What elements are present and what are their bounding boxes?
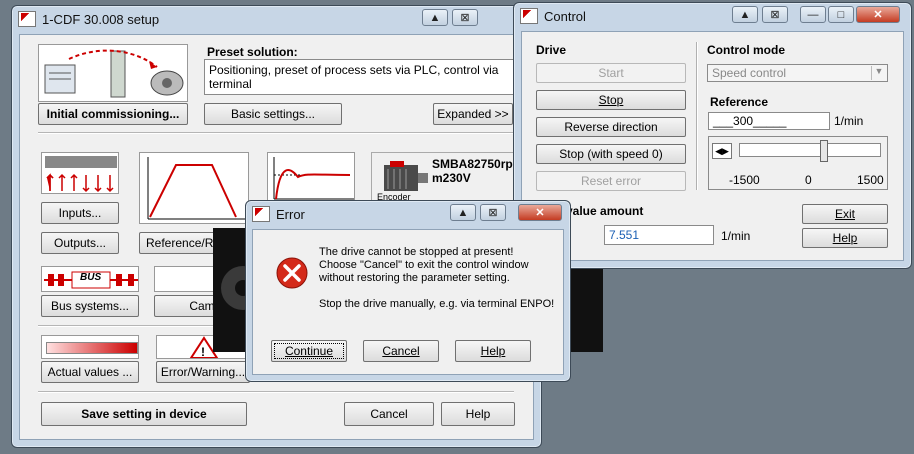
bus-systems-button[interactable]: Bus systems... bbox=[41, 295, 139, 317]
slider-mid-label: 0 bbox=[805, 173, 812, 187]
control-window: Control ▲ ⊠ — □ ✕ Drive Start Stop Rever… bbox=[513, 2, 912, 269]
error-line-2: Choose "Cancel" to exit the control wind… bbox=[319, 259, 529, 271]
error-help-button[interactable]: Help bbox=[455, 340, 531, 362]
error-collapse-button[interactable]: ▲ bbox=[450, 204, 476, 221]
basic-settings-button[interactable]: Basic settings... bbox=[204, 103, 342, 125]
slider-toggle-icon[interactable]: ◀▶ bbox=[712, 143, 732, 159]
bus-graphic: BUS bbox=[41, 266, 139, 292]
control-help-button[interactable]: Help bbox=[802, 228, 888, 248]
slider-track[interactable] bbox=[739, 143, 881, 157]
control-client: Drive Start Stop Reverse direction Stop … bbox=[521, 31, 904, 261]
divider-top bbox=[38, 132, 514, 134]
slider-thumb[interactable] bbox=[820, 140, 828, 162]
error-cancel-button[interactable]: Cancel bbox=[363, 340, 439, 362]
ramp-graphic bbox=[139, 152, 249, 224]
actual-values-graphic bbox=[41, 335, 139, 359]
collapse-button[interactable]: ▲ bbox=[422, 9, 448, 26]
minimize-button[interactable]: — bbox=[800, 6, 826, 23]
maximize-button[interactable]: □ bbox=[828, 6, 854, 23]
slider-max-label: 1500 bbox=[857, 173, 884, 187]
svg-text:!: ! bbox=[201, 345, 205, 359]
control-divider bbox=[696, 42, 698, 190]
control-app-icon bbox=[520, 8, 538, 24]
error-dialog: Error ▲ ⊠ ✕ The drive cannot be stopped … bbox=[245, 200, 571, 382]
divider-bottom bbox=[38, 391, 514, 393]
control-title: Control bbox=[544, 8, 586, 24]
control-mode-value: Speed control bbox=[712, 66, 787, 80]
step-response-graphic bbox=[267, 152, 355, 202]
reference-unit: 1/min bbox=[834, 114, 864, 128]
error-title: Error bbox=[276, 206, 305, 222]
chevron-down-icon: ▼ bbox=[871, 66, 886, 80]
commissioning-illustration bbox=[38, 44, 188, 102]
value-amount-field: 7.551 bbox=[604, 225, 714, 245]
control-close-button[interactable]: ✕ bbox=[856, 6, 900, 23]
reverse-direction-button[interactable]: Reverse direction bbox=[536, 117, 686, 137]
error-pin-button[interactable]: ⊠ bbox=[480, 204, 506, 221]
error-client: The drive cannot be stopped at present! … bbox=[252, 229, 564, 375]
motor-name: SMBA82750rp m230V bbox=[432, 157, 513, 185]
bus-label: BUS bbox=[80, 272, 102, 283]
pin-button[interactable]: ⊠ bbox=[452, 9, 478, 26]
commissioning-graphic bbox=[44, 49, 184, 98]
drive-label: Drive bbox=[536, 43, 567, 57]
stop-button[interactable]: Stop bbox=[536, 90, 686, 110]
value-amount-label: value amount bbox=[566, 204, 644, 218]
control-mode-label: Control mode bbox=[707, 43, 785, 57]
continue-button[interactable]: Continue bbox=[271, 340, 347, 362]
preset-text: Positioning, preset of process sets via … bbox=[204, 59, 514, 95]
error-line-1: The drive cannot be stopped at present! bbox=[319, 246, 514, 258]
error-close-button[interactable]: ✕ bbox=[518, 204, 562, 221]
error-line-4: Stop the drive manually, e.g. via termin… bbox=[319, 298, 555, 310]
control-mode-select[interactable]: Speed control ▼ bbox=[707, 64, 888, 82]
initial-commissioning-button[interactable]: Initial commissioning... bbox=[38, 103, 188, 125]
actual-values-button[interactable]: Actual values ... bbox=[41, 361, 139, 383]
error-app-icon bbox=[252, 206, 270, 222]
start-button[interactable]: Start bbox=[536, 63, 686, 83]
preset-label: Preset solution: bbox=[207, 45, 298, 59]
expanded-button[interactable]: Expanded >> bbox=[433, 103, 513, 125]
reference-input[interactable]: ___300_____ bbox=[708, 112, 830, 130]
reset-error-button[interactable]: Reset error bbox=[536, 171, 686, 191]
slider-min-label: -1500 bbox=[729, 173, 760, 187]
setup-cancel-button[interactable]: Cancel bbox=[344, 402, 434, 426]
reference-label: Reference bbox=[710, 95, 769, 109]
app-icon bbox=[18, 11, 36, 27]
error-line-3: without restoring the parameter setting. bbox=[319, 272, 510, 284]
error-warning-button[interactable]: Error/Warning... bbox=[156, 361, 250, 383]
setup-title: 1-CDF 30.008 setup bbox=[42, 11, 160, 27]
reference-slider-panel: ◀▶ -1500 0 1500 bbox=[708, 136, 888, 190]
inputs-button[interactable]: Inputs... bbox=[41, 202, 119, 224]
actual-values-bar bbox=[46, 342, 138, 354]
stop-speed0-button[interactable]: Stop (with speed 0) bbox=[536, 144, 686, 164]
value-amount-unit: 1/min bbox=[721, 229, 751, 243]
control-collapse-button[interactable]: ▲ bbox=[732, 6, 758, 23]
save-setting-button[interactable]: Save setting in device bbox=[41, 402, 247, 426]
control-pin-button[interactable]: ⊠ bbox=[762, 6, 788, 23]
outputs-button[interactable]: Outputs... bbox=[41, 232, 119, 254]
error-icon bbox=[276, 257, 308, 289]
setup-help-button[interactable]: Help bbox=[441, 402, 515, 426]
exit-button[interactable]: Exit bbox=[802, 204, 888, 224]
inputs-terminal-graphic bbox=[41, 152, 119, 194]
